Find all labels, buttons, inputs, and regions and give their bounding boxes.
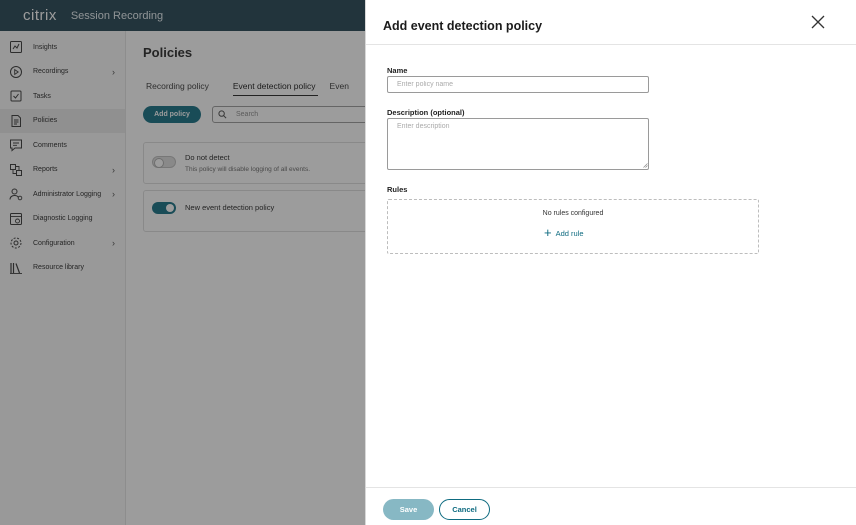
close-icon bbox=[811, 15, 825, 29]
save-button[interactable]: Save bbox=[383, 499, 434, 520]
add-rule-label: Add rule bbox=[555, 228, 584, 238]
drawer-header: Add event detection policy bbox=[366, 0, 856, 45]
description-textarea[interactable] bbox=[387, 118, 649, 170]
add-rule-button[interactable]: + Add rule bbox=[544, 225, 584, 240]
add-policy-drawer: Add event detection policy Name Descript… bbox=[365, 0, 856, 525]
resize-grip-icon[interactable] bbox=[643, 163, 648, 168]
modal-overlay[interactable] bbox=[0, 0, 365, 525]
close-button[interactable] bbox=[808, 12, 828, 32]
policy-name-input[interactable] bbox=[387, 76, 649, 93]
rules-container: No rules configured + Add rule bbox=[387, 199, 759, 254]
drawer-title: Add event detection policy bbox=[383, 19, 543, 33]
rules-label: Rules bbox=[387, 185, 408, 194]
description-label: Description (optional) bbox=[387, 108, 465, 117]
cancel-button[interactable]: Cancel bbox=[439, 499, 490, 520]
no-rules-text: No rules configured bbox=[542, 210, 604, 217]
plus-icon: + bbox=[544, 225, 552, 240]
name-label: Name bbox=[387, 66, 408, 75]
drawer-footer: Save Cancel bbox=[366, 487, 856, 525]
